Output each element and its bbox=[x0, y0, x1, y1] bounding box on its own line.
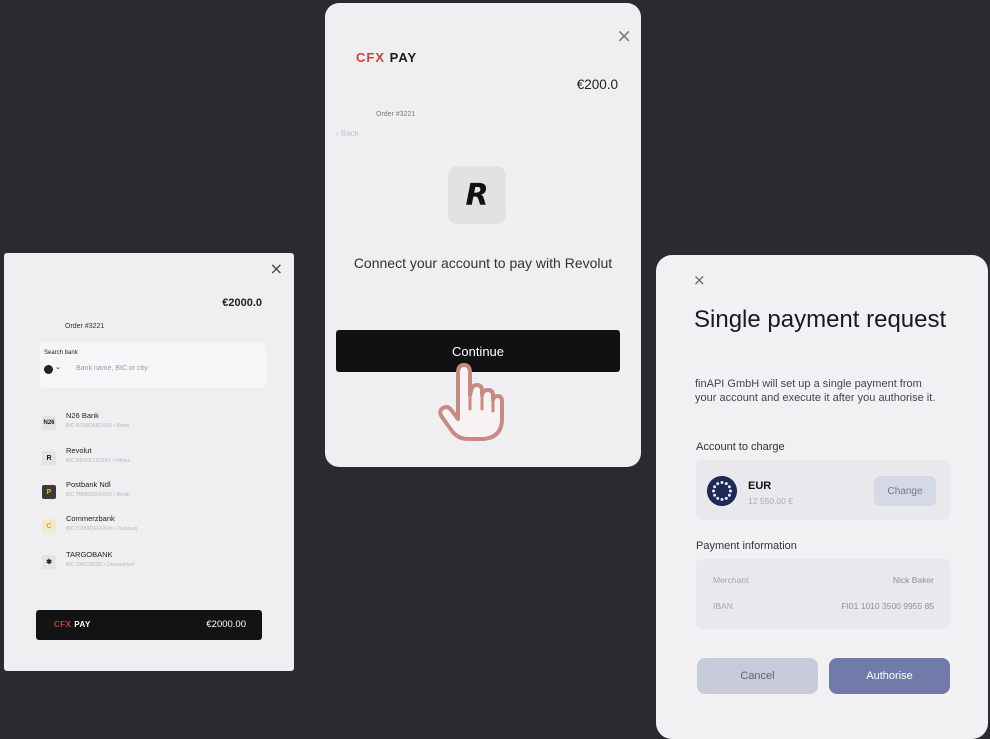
order-amount: €200.0 bbox=[576, 77, 618, 92]
bank-name: Revolut bbox=[66, 446, 92, 455]
bank-details: BIC CMCIDEDD • Duesseldorf bbox=[66, 562, 134, 568]
bank-logo-icon: C bbox=[42, 519, 56, 533]
chevron-down-icon[interactable]: ⌄ bbox=[55, 363, 61, 371]
bank-name: Postbank Ndl bbox=[66, 480, 111, 489]
logo-part-pay: PAY bbox=[71, 620, 91, 629]
account-box: EUR 12 550,00 € Change bbox=[696, 460, 950, 520]
order-number: Order #3221 bbox=[65, 323, 105, 330]
account-currency: EUR bbox=[748, 480, 772, 492]
authorise-button[interactable]: Authorise bbox=[829, 658, 950, 694]
bank-search-box[interactable]: Search bank ⌄ Bank name, BIC or city bbox=[40, 342, 266, 388]
back-link[interactable]: ‹ Back bbox=[336, 129, 359, 138]
payment-info-box: Merchant Nick Baker IBAN FI01 1010 3500 … bbox=[696, 559, 950, 629]
list-item-bank[interactable]: N26 N26 Bank BIC NTSBDEB1XXX • Berlin bbox=[40, 411, 266, 441]
bank-details: BIC PBNKDEFFXXX • Berlin bbox=[66, 492, 130, 498]
description-text: finAPI GmbH will set up a single payment… bbox=[695, 378, 936, 404]
bank-name: N26 Bank bbox=[66, 411, 99, 420]
bank-details: BIC REVOLT21XXX • Vilnius bbox=[66, 458, 131, 464]
logo-part-pay: PAY bbox=[385, 50, 418, 65]
globe-icon[interactable] bbox=[44, 365, 53, 374]
close-icon[interactable]: × bbox=[270, 261, 283, 277]
search-input[interactable]: Bank name, BIC or city bbox=[76, 365, 148, 372]
logo-part-cfx: CFX bbox=[356, 50, 385, 65]
pay-amount: €2000.00 bbox=[206, 619, 246, 630]
connect-account-card: × CFX PAY €200.0 Order #3221 ‹ Back R Co… bbox=[325, 3, 641, 467]
bank-selection-card: × €2000.0 Order #3221 Search bank ⌄ Bank… bbox=[4, 253, 294, 671]
search-label: Search bank bbox=[44, 350, 78, 356]
bank-name: Commerzbank bbox=[66, 514, 115, 523]
bank-details: BIC COBADEFFXXX • Duisburg bbox=[66, 526, 138, 532]
merchant-value: Nick Baker bbox=[892, 575, 934, 585]
connect-message: Connect your account to pay with Revolut bbox=[353, 255, 613, 271]
logo-part-cfx: CFX bbox=[54, 620, 72, 629]
account-label: Account to charge bbox=[696, 441, 785, 453]
list-item-bank[interactable]: R Revolut BIC REVOLT21XXX • Vilnius bbox=[40, 446, 266, 476]
revolut-logo-icon: R bbox=[448, 166, 506, 224]
merchant-label: Merchant bbox=[713, 575, 749, 585]
bank-logo-icon: P bbox=[42, 485, 56, 499]
cfx-pay-logo: CFX PAY bbox=[356, 50, 417, 65]
list-item-bank[interactable]: ✱ TARGOBANK BIC CMCIDEDD • Duesseldorf bbox=[40, 550, 266, 580]
bank-details: BIC NTSBDEB1XXX • Berlin bbox=[66, 423, 130, 429]
bank-logo-icon: ✱ bbox=[42, 555, 56, 569]
payment-info-label: Payment information bbox=[696, 540, 797, 552]
order-number: Order #3221 bbox=[376, 111, 416, 118]
bank-logo-icon: N26 bbox=[42, 416, 56, 430]
iban-value: FI01 1010 3500 9955 85 bbox=[841, 601, 934, 611]
close-icon[interactable]: × bbox=[693, 273, 706, 288]
pointer-hand-icon bbox=[438, 363, 504, 441]
list-item-bank[interactable]: C Commerzbank BIC COBADEFFXXX • Duisburg bbox=[40, 514, 266, 544]
cancel-button[interactable]: Cancel bbox=[697, 658, 818, 694]
pay-button[interactable]: CFX PAY €2000.00 bbox=[36, 610, 262, 640]
page-title: Single payment request bbox=[694, 306, 947, 333]
change-button[interactable]: Change bbox=[874, 476, 936, 506]
bank-logo-icon: R bbox=[42, 451, 56, 465]
iban-label: IBAN bbox=[713, 601, 733, 611]
list-item-bank[interactable]: P Postbank Ndl BIC PBNKDEFFXXX • Berlin bbox=[40, 480, 266, 510]
order-amount: €2000.0 bbox=[222, 297, 262, 309]
bank-name: TARGOBANK bbox=[66, 550, 113, 559]
eu-flag-icon bbox=[707, 476, 737, 506]
payment-request-card: × Single payment request finAPI GmbH wil… bbox=[656, 255, 988, 739]
cfx-pay-logo: CFX PAY bbox=[54, 620, 91, 629]
account-balance: 12 550,00 € bbox=[748, 496, 793, 506]
close-icon[interactable]: × bbox=[616, 27, 632, 46]
